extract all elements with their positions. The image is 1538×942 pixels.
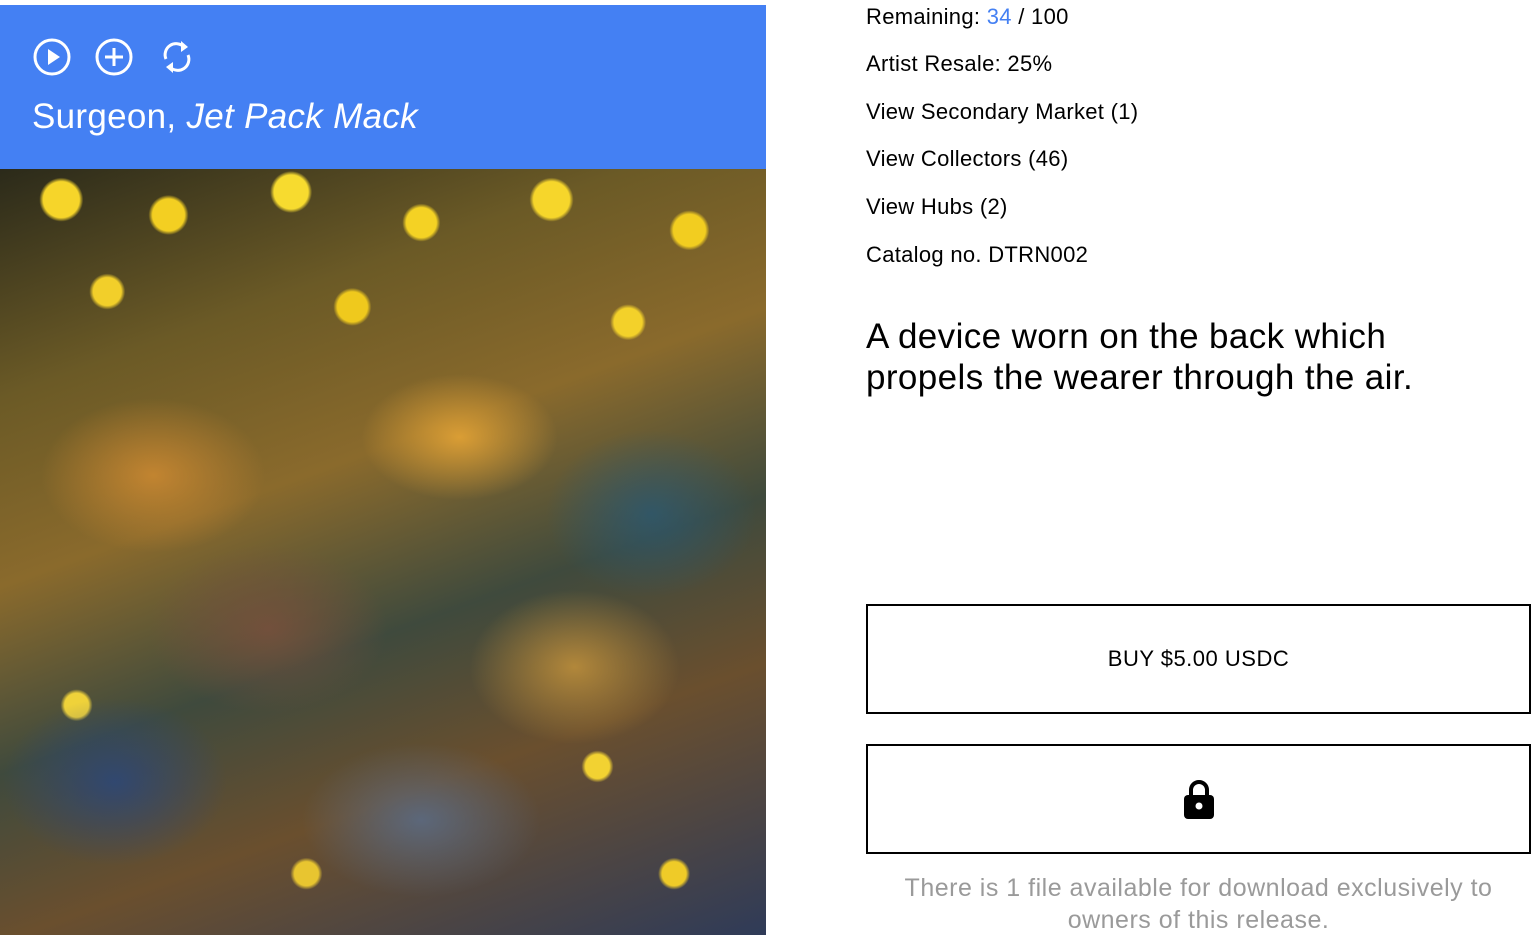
track-title: Surgeon, Jet Pack Mack: [32, 97, 418, 137]
artist-name: Surgeon,: [32, 97, 177, 136]
collectors-link[interactable]: View Collectors (46): [866, 146, 1068, 172]
add-button[interactable]: [94, 37, 134, 77]
play-circle-icon: [33, 38, 71, 76]
artist-resale: Artist Resale: 25%: [866, 51, 1053, 76]
buy-button[interactable]: BUY $5.00 USDC: [866, 604, 1531, 714]
secondary-market-link[interactable]: View Secondary Market (1): [866, 99, 1138, 125]
album-artwork: [0, 169, 766, 935]
play-button[interactable]: [32, 37, 72, 77]
repeat-button[interactable]: [157, 37, 197, 77]
remaining-label: Remaining:: [866, 4, 981, 29]
repeat-icon: [163, 41, 191, 73]
catalog-number: Catalog no. DTRN002: [866, 242, 1089, 267]
release-page: Surgeon, Jet Pack Mack Remaining: 34 / 1…: [0, 0, 1538, 942]
release-description: A device worn on the back which propels …: [866, 317, 1414, 397]
song-title: Jet Pack Mack: [186, 97, 418, 136]
remaining-count: 34: [986, 4, 1012, 29]
plus-circle-icon: [95, 38, 133, 76]
locked-download-button[interactable]: [866, 744, 1531, 854]
remaining-total: / 100: [1018, 4, 1069, 29]
remaining-line: Remaining: 34 / 100: [866, 4, 1069, 30]
player-header: Surgeon, Jet Pack Mack: [0, 5, 766, 169]
lock-icon: [1183, 780, 1214, 819]
player-card: Surgeon, Jet Pack Mack: [0, 5, 766, 935]
download-note: There is 1 file available for download e…: [904, 874, 1493, 934]
hubs-link[interactable]: View Hubs (2): [866, 194, 1008, 220]
